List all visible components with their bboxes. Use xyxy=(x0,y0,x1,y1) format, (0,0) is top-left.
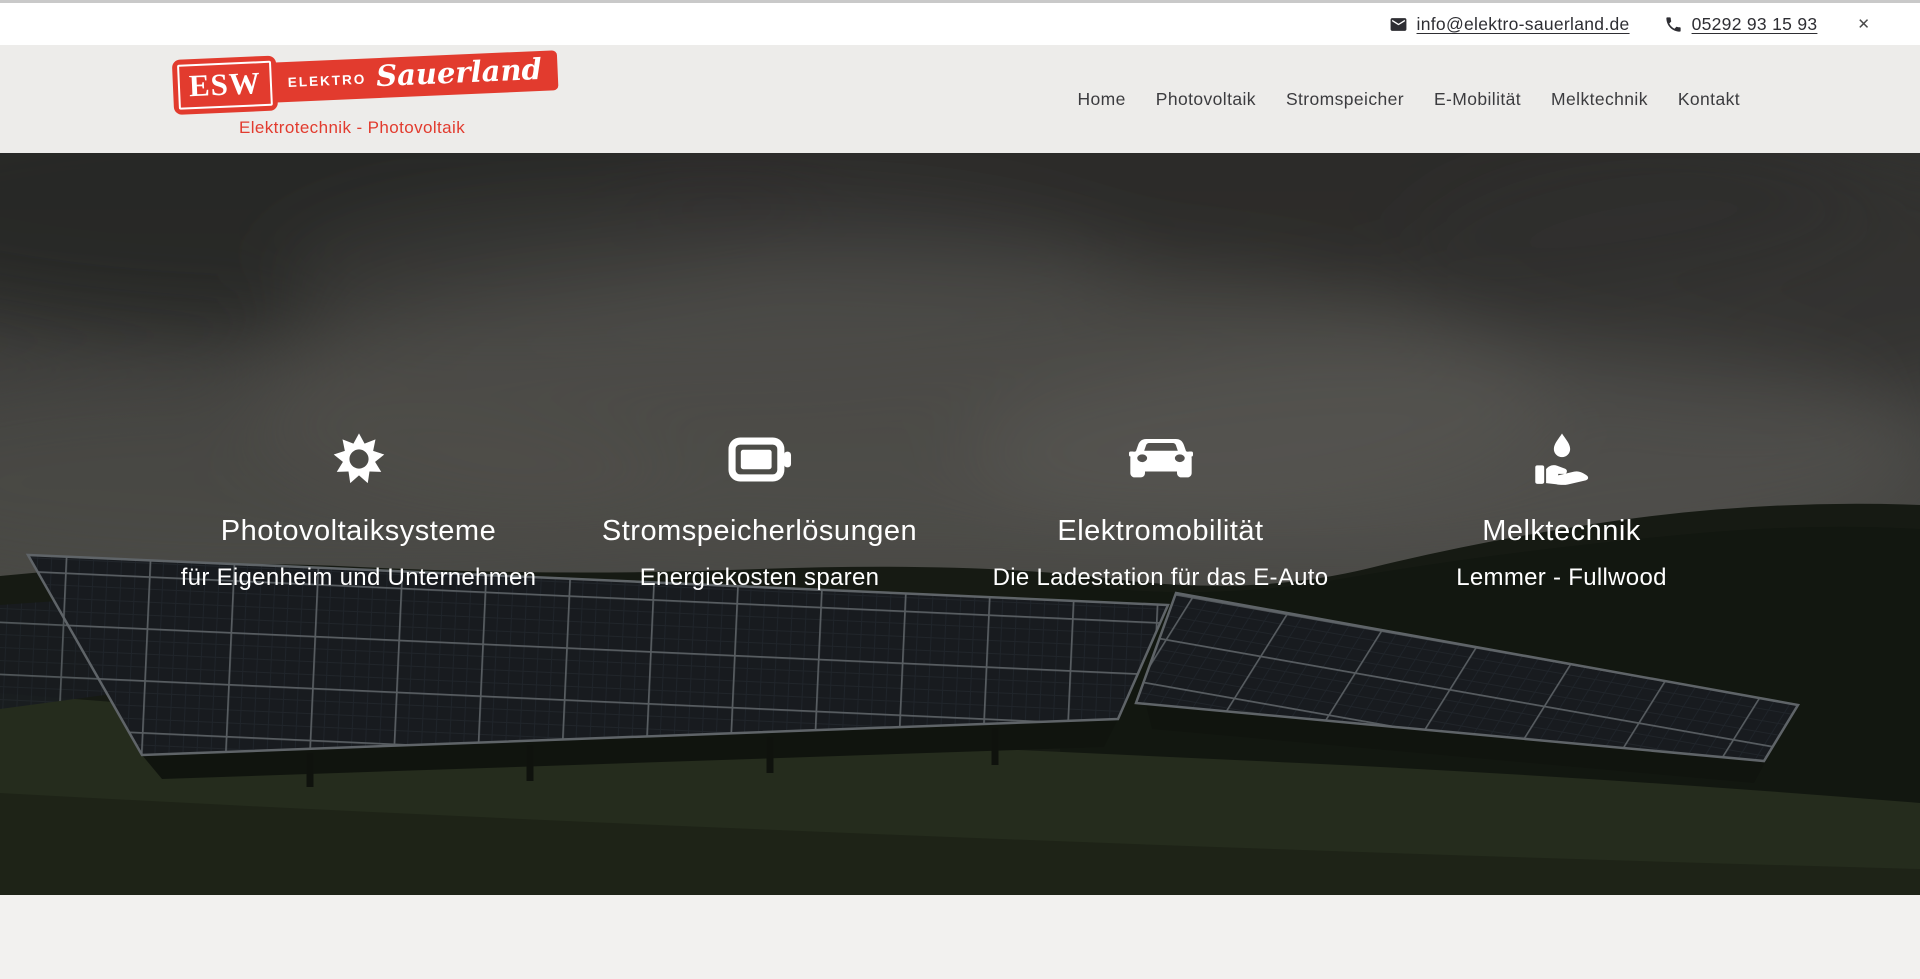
phone-text: 05292 93 15 93 xyxy=(1692,14,1818,35)
feature-title: Elektromobilität xyxy=(960,515,1361,548)
bottom-section xyxy=(0,895,1920,979)
nav-item-melktechnik[interactable]: Melktechnik xyxy=(1551,83,1648,116)
sun-icon xyxy=(331,431,387,487)
feature-title: Photovoltaiksysteme xyxy=(158,515,559,548)
nav-item-photovoltaik[interactable]: Photovoltaik xyxy=(1156,83,1256,116)
feature-subtitle: für Eigenheim und Unternehmen xyxy=(158,564,559,592)
logo-banner: ESW ELEKTRO Sauerland xyxy=(172,43,559,114)
nav-item-home[interactable]: Home xyxy=(1078,83,1126,116)
close-icon[interactable]: ✕ xyxy=(1857,17,1870,32)
car-icon xyxy=(1129,437,1193,481)
main-nav: Home Photovoltaik Stromspeicher E-Mobili… xyxy=(1078,83,1740,116)
nav-item-e-mobilitaet[interactable]: E-Mobilität xyxy=(1434,83,1521,116)
battery-icon xyxy=(728,437,792,482)
feature-subtitle: Lemmer - Fullwood xyxy=(1361,564,1762,592)
hero-section: Photovoltaiksysteme für Eigenheim und Un… xyxy=(0,153,1920,895)
logo-ribbon: ELEKTRO Sauerland xyxy=(269,51,559,104)
email-text: info@elektro-sauerland.de xyxy=(1417,14,1630,35)
feature-photovoltaik: Photovoltaiksysteme für Eigenheim und Un… xyxy=(158,429,559,592)
logo[interactable]: ESW ELEKTRO Sauerland Elektrotechnik - P… xyxy=(173,60,558,138)
logo-monogram: ESW xyxy=(177,61,273,110)
feature-subtitle: Die Ladestation für das E-Auto xyxy=(960,564,1361,592)
mail-icon xyxy=(1389,15,1408,34)
topbar: info@elektro-sauerland.de 05292 93 15 93… xyxy=(0,0,1920,45)
logo-esw-badge: ESW xyxy=(172,56,278,115)
logo-tagline: Elektrotechnik - Photovoltaik xyxy=(239,118,558,138)
email-link[interactable]: info@elektro-sauerland.de xyxy=(1389,14,1630,35)
nav-item-stromspeicher[interactable]: Stromspeicher xyxy=(1286,83,1404,116)
logo-brand-prefix: ELEKTRO xyxy=(287,72,366,90)
feature-melktechnik: Melktechnik Lemmer - Fullwood xyxy=(1361,429,1762,592)
feature-row: Photovoltaiksysteme für Eigenheim und Un… xyxy=(0,153,1920,592)
logo-brand-name: Sauerland xyxy=(376,55,543,95)
feature-title: Stromspeicherlösungen xyxy=(559,515,960,548)
hand-drop-icon xyxy=(1534,432,1590,486)
phone-link[interactable]: 05292 93 15 93 xyxy=(1664,14,1818,35)
site-header: ESW ELEKTRO Sauerland Elektrotechnik - P… xyxy=(0,45,1920,153)
feature-subtitle: Energiekosten sparen xyxy=(559,564,960,592)
phone-icon xyxy=(1664,15,1683,34)
feature-stromspeicher: Stromspeicherlösungen Energiekosten spar… xyxy=(559,429,960,592)
nav-item-kontakt[interactable]: Kontakt xyxy=(1678,83,1740,116)
feature-title: Melktechnik xyxy=(1361,515,1762,548)
feature-emobilitaet: Elektromobilität Die Ladestation für das… xyxy=(960,429,1361,592)
